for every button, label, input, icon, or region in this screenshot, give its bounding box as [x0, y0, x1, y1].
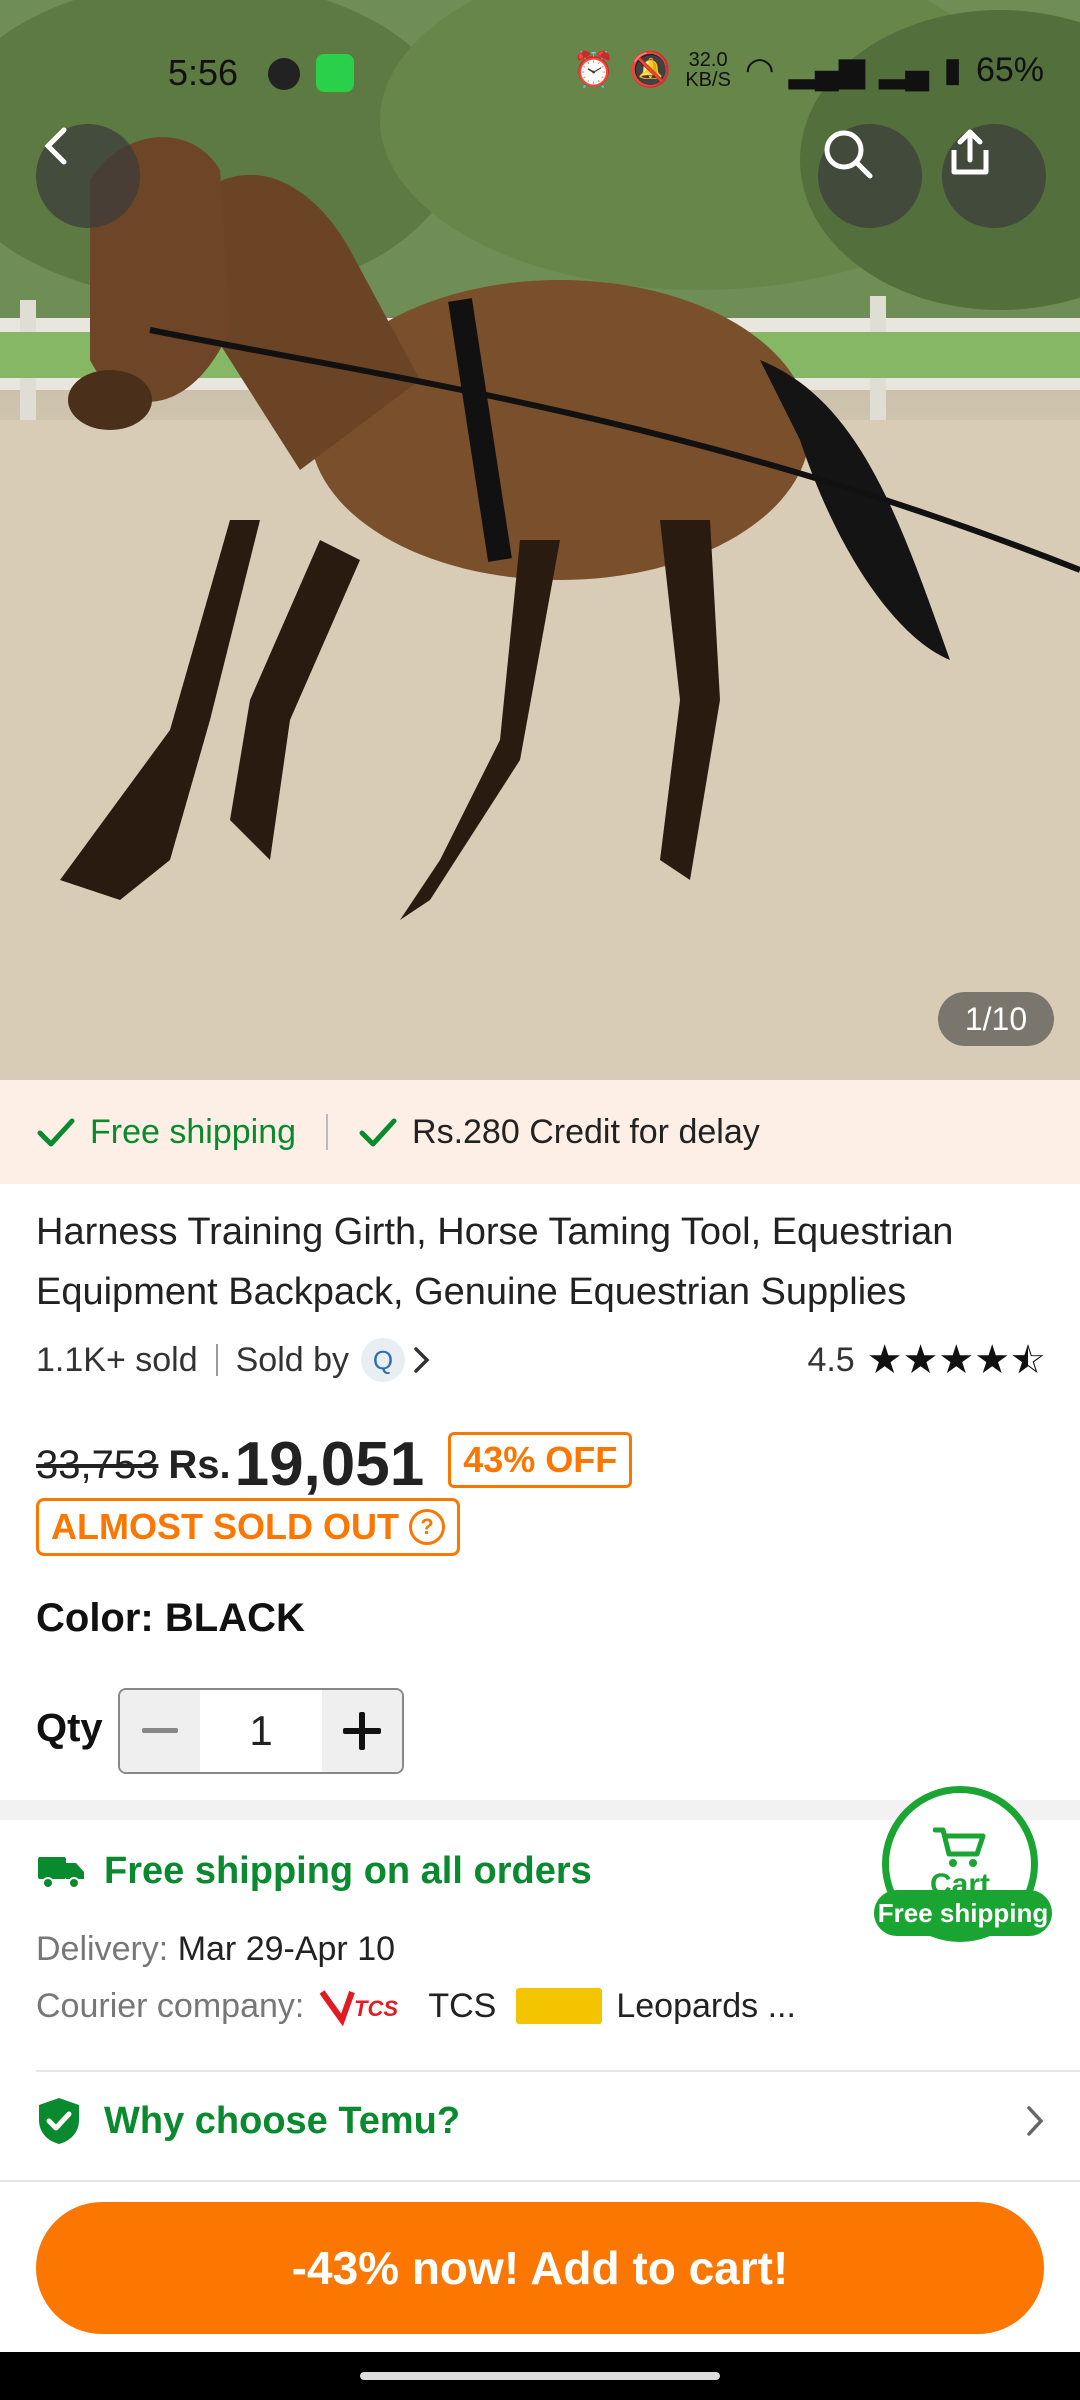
battery-icon: ▮: [943, 51, 962, 89]
stock-status-badge[interactable]: ALMOST SOLD OUT ?: [36, 1498, 460, 1556]
cart-icon: [933, 1827, 986, 1867]
why-choose-temu-label: Why choose Temu?: [104, 2099, 461, 2142]
share-button[interactable]: [942, 124, 1046, 228]
back-button[interactable]: [36, 124, 140, 228]
shield-check-icon: [39, 2098, 79, 2144]
rating[interactable]: 4.5 ★★★★☆★: [807, 1330, 1046, 1390]
add-to-cart-button[interactable]: -43% now! Add to cart!: [36, 2202, 1044, 2334]
qty-decrement-button[interactable]: [120, 1690, 200, 1772]
banner-divider: [326, 1114, 329, 1150]
rating-value: 4.5: [807, 1340, 855, 1379]
courier-tcs: TCS: [428, 1986, 497, 2025]
svg-text:TCS: TCS: [354, 1996, 398, 2021]
product-image[interactable]: 5:56 ⏰ 🔕 32.0 KB/S ◠ ▂▄▆ ▂▄ ▮ 65% 1/10: [0, 0, 1080, 1080]
chevron-left-icon: [44, 127, 67, 165]
app-notification-icon: [268, 58, 300, 90]
stock-status-label: ALMOST SOLD OUT: [51, 1506, 399, 1547]
plus-icon: [343, 1712, 381, 1750]
currency-label: Rs.: [168, 1443, 231, 1487]
mute-icon: 🔕: [628, 51, 672, 89]
original-price: 33,753: [36, 1443, 159, 1487]
leopards-logo-icon: [516, 1988, 603, 2024]
home-gesture-handle[interactable]: [360, 2372, 720, 2380]
cart-free-shipping-badge: Free shipping: [874, 1890, 1052, 1936]
chevron-right-icon: [1027, 2106, 1044, 2136]
help-icon[interactable]: ?: [408, 1509, 445, 1545]
rating-stars-icon: ★★★★☆★: [866, 1338, 1046, 1382]
product-title: Harness Training Girth, Horse Taming Too…: [36, 1211, 954, 1313]
discount-badge: 43% OFF: [448, 1432, 633, 1488]
alarm-icon: ⏰: [572, 51, 615, 89]
current-price: 19,051: [234, 1430, 425, 1499]
delivery-info: Delivery: Mar 29-Apr 10: [36, 1930, 395, 1969]
tcs-logo-icon: TCS: [318, 1986, 414, 2027]
store-logo-icon[interactable]: Q: [361, 1338, 406, 1382]
app-notification-icon-2: [316, 54, 354, 92]
qty-label: Qty: [36, 1706, 103, 1750]
check-icon: [37, 1118, 75, 1147]
free-shipping-label: Free shipping: [90, 1112, 297, 1151]
divider: [36, 2070, 1080, 2072]
color-selection[interactable]: Color: BLACK: [36, 1596, 305, 1641]
signal-icon: ▂▄▆: [788, 51, 865, 89]
meta-divider: [215, 1344, 218, 1376]
price-row: 33,753 Rs. 19,051 43% OFF: [36, 1410, 633, 1500]
product-meta-row: 1.1K+ sold Sold by Q 4.5 ★★★★☆★: [36, 1330, 1046, 1390]
sold-count: 1.1K+ sold: [36, 1340, 198, 1379]
search-button[interactable]: [818, 124, 922, 228]
net-speed: 32.0 KB/S: [685, 50, 731, 90]
status-time: 5:56: [168, 52, 239, 93]
signal-icon-2: ▂▄: [878, 51, 930, 89]
qty-increment-button[interactable]: [322, 1690, 402, 1772]
chevron-right-icon[interactable]: [411, 1345, 433, 1375]
net-speed-unit: KB/S: [685, 69, 731, 91]
truck-icon: [38, 1856, 84, 1889]
sold-by-label[interactable]: Sold by: [236, 1341, 349, 1380]
courier-info: Courier company: TCS TCS Leopards ...: [36, 1986, 796, 2027]
qty-value[interactable]: 1: [200, 1690, 322, 1772]
free-shipping-all-orders: Free shipping on all orders: [36, 1850, 592, 1893]
why-choose-temu-row[interactable]: Why choose Temu?: [36, 2096, 1046, 2146]
search-icon: [824, 130, 873, 179]
status-icons: ⏰ 🔕 32.0 KB/S ◠ ▂▄▆ ▂▄ ▮ 65%: [573, 50, 1044, 90]
credit-for-delay-label: Rs.280 Credit for delay: [412, 1112, 760, 1151]
courier-leopards: Leopards ...: [616, 1986, 796, 2025]
minus-icon: [142, 1728, 178, 1733]
battery-percent: 65%: [975, 50, 1044, 89]
quantity-stepper: 1: [118, 1688, 404, 1774]
delivery-dates: Mar 29-Apr 10: [177, 1930, 396, 1968]
shipping-banner[interactable]: Free shipping Rs.280 Credit for delay: [0, 1080, 1080, 1184]
divider: [0, 2180, 1080, 2182]
image-counter: 1/10: [938, 992, 1054, 1046]
net-speed-value: 32.0: [688, 49, 728, 71]
free-shipping-headline: Free shipping on all orders: [104, 1850, 592, 1892]
share-icon: [951, 129, 989, 175]
floating-cart-button[interactable]: Cart Free shipping: [874, 1786, 1052, 1942]
wifi-icon: ◠: [744, 51, 775, 89]
check-icon: [359, 1118, 397, 1147]
delivery-label: Delivery:: [36, 1930, 169, 1968]
courier-label: Courier company:: [36, 1986, 305, 2025]
